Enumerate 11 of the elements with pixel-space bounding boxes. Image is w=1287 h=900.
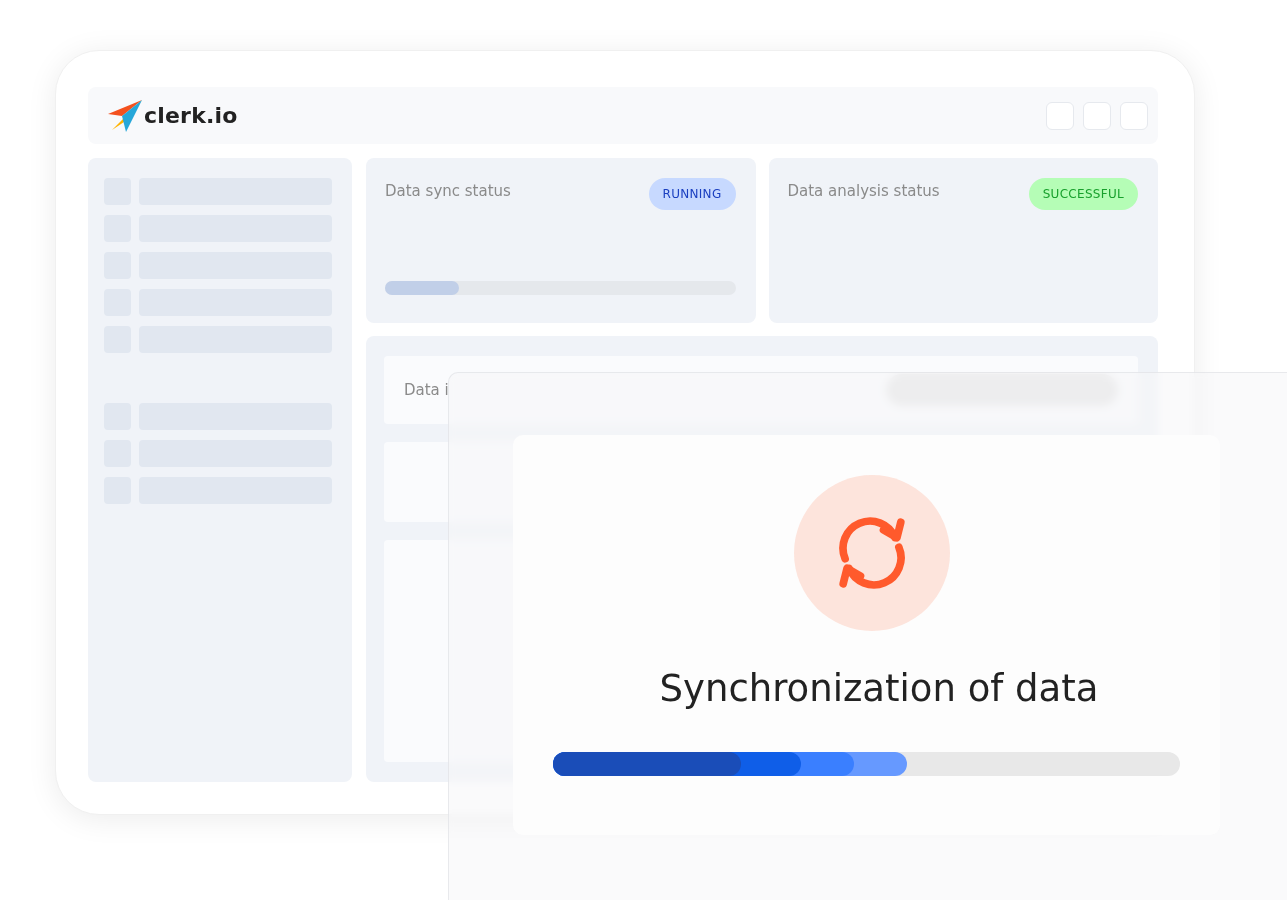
header-button[interactable] [1046, 101, 1074, 130]
header-button[interactable] [1120, 101, 1148, 130]
paper-plane-icon [108, 99, 142, 132]
status-badge: RUNNING [648, 178, 736, 210]
dialog-title: Synchronization of data [659, 667, 1099, 710]
header-button[interactable] [1083, 101, 1111, 130]
logo-text: clerk.io [144, 103, 238, 128]
card-title: Data sync status [385, 182, 511, 200]
card-title: Data analysis status [787, 182, 940, 200]
info-title: Data i [404, 381, 449, 399]
status-badge: SUCCESSFUL [1028, 178, 1138, 210]
